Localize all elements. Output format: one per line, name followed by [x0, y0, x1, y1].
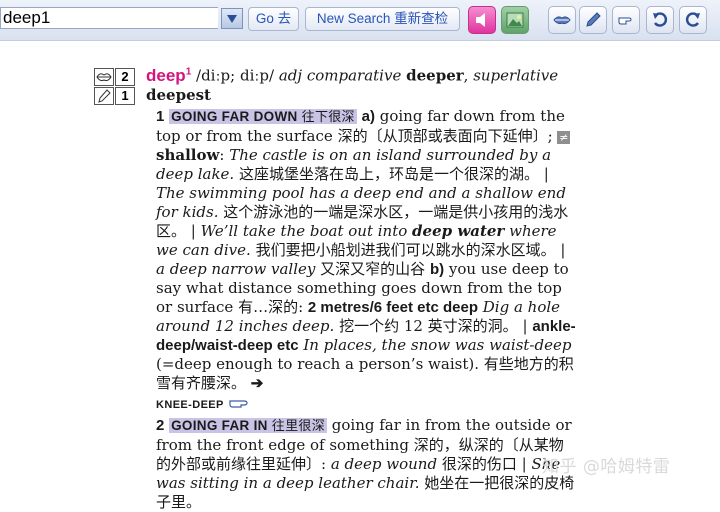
sense-number: 2: [156, 416, 165, 434]
opposite-word: shallow: [156, 145, 220, 164]
pointing-hand-icon: [228, 400, 248, 408]
lips-icon: [553, 16, 571, 25]
back-icon: [653, 12, 668, 27]
example: a deep wound: [330, 454, 438, 473]
toolbar: Go 去 New Search 重新查检: [0, 0, 720, 41]
grammar-pattern: 2 metres/6 feet etc deep: [307, 298, 478, 316]
example: In places, the snow was waist-deep: [303, 335, 572, 354]
speaker-icon: [476, 13, 485, 27]
sense-number: 1: [156, 107, 165, 125]
picture-icon: [506, 12, 524, 28]
dropdown-button[interactable]: [221, 8, 243, 29]
chevron-down-icon: [227, 15, 237, 23]
refresh-button[interactable]: [679, 6, 707, 34]
back-button[interactable]: [646, 6, 674, 34]
go-button[interactable]: Go 去: [248, 7, 299, 31]
refresh-icon: [685, 12, 700, 27]
edit-button[interactable]: [579, 6, 607, 34]
written-freq-icon: [94, 87, 114, 105]
collocation: deep water: [412, 221, 505, 240]
pointer-button[interactable]: [612, 6, 640, 34]
comparative-form: deeper: [406, 66, 464, 85]
watermark: 知乎 @哈姆特雷: [542, 457, 671, 477]
pronunciation: /diːp; diːp/: [196, 66, 275, 85]
pronunciation-button[interactable]: [548, 6, 576, 34]
example: We’ll take the boat out into: [200, 221, 408, 240]
speaker-button[interactable]: [468, 6, 496, 34]
example: a deep narrow valley: [156, 259, 316, 278]
pencil-icon: [586, 12, 601, 27]
xref-link-knee-deep[interactable]: KNEE-DEEP: [156, 399, 224, 411]
superlative-form: deepest: [146, 85, 211, 104]
spoken-freq-icon: [94, 68, 114, 86]
opposite-icon: ≠: [557, 130, 571, 144]
picture-button[interactable]: [501, 6, 529, 34]
dictionary-entry: deep1 /diːp; diːp/ adj comparative deepe…: [146, 65, 576, 511]
xref-arrow-icon: ➔: [250, 374, 264, 392]
frequency-markers: 2 1: [94, 68, 138, 108]
written-freq-number: 1: [121, 88, 129, 103]
signpost-going-far-in: GOING FAR IN 往里很深: [169, 417, 327, 434]
spoken-freq-number: 2: [121, 69, 129, 84]
new-search-button[interactable]: New Search 重新查检: [305, 7, 460, 31]
signpost-going-far-down: GOING FAR DOWN 往下很深: [169, 108, 357, 125]
search-input[interactable]: [0, 7, 218, 29]
pointing-hand-icon: [618, 17, 632, 25]
headword: deep1: [146, 65, 192, 85]
part-of-speech: adj: [278, 66, 303, 85]
